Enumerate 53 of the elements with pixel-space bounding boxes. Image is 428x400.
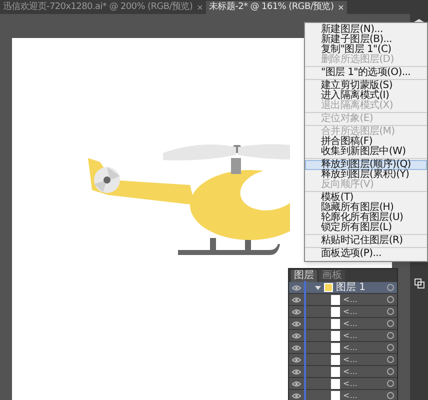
eye-icon[interactable] [292, 356, 301, 362]
sublayer-row[interactable]: <... [289, 306, 397, 318]
artboards-icon[interactable] [414, 278, 424, 289]
sublayer-row[interactable]: <... [289, 318, 397, 330]
menu-item[interactable]: 模板(T) [305, 193, 427, 203]
close-icon[interactable]: × [338, 4, 344, 12]
menu-item[interactable]: 锁定所有图层(L) [305, 223, 427, 233]
layer-thumbnail [324, 283, 333, 292]
menu-item[interactable]: 进入隔离模式(I) [305, 91, 427, 101]
menu-item[interactable]: 释放到图层(顺序)(Q) [305, 160, 427, 170]
object-name[interactable]: <... [343, 380, 384, 388]
object-name[interactable]: <... [343, 368, 384, 376]
document-tab[interactable]: 未标题-2* @ 161% (RGB/预览) × [206, 1, 348, 14]
eye-icon[interactable] [292, 380, 301, 386]
object-name[interactable]: <... [343, 356, 384, 364]
sublayer-row[interactable]: <... [289, 294, 397, 306]
object-name[interactable]: <... [343, 296, 384, 304]
sublayer-row[interactable]: <... [289, 366, 397, 378]
eye-icon[interactable] [292, 368, 301, 374]
object-name[interactable]: <... [343, 392, 384, 400]
menu-item[interactable]: 释放到图层(累积)(Y) [305, 170, 427, 180]
close-icon[interactable]: × [196, 4, 204, 12]
eye-icon[interactable] [292, 284, 301, 290]
object-name[interactable]: <... [343, 308, 384, 316]
sublayer-row[interactable]: <... [289, 330, 397, 342]
eye-icon[interactable] [292, 296, 301, 302]
layer-name[interactable]: 图层 1 [336, 282, 384, 292]
sublayer-row[interactable]: <... [289, 390, 397, 400]
panel-tab[interactable]: 图层 [291, 270, 317, 282]
menu-item[interactable]: 隐藏所有图层(H) [305, 203, 427, 213]
eye-icon[interactable] [292, 392, 301, 398]
menu-item[interactable]: 面板选项(P)... [305, 249, 427, 259]
menu-item[interactable]: 新建子图层(B)... [305, 35, 427, 45]
eye-icon[interactable] [292, 344, 301, 350]
panel-tab[interactable]: 画板 [319, 270, 345, 282]
object-name[interactable]: <... [343, 320, 384, 328]
menu-item[interactable]: 复制"图层 1"(C) [305, 45, 427, 55]
object-name[interactable]: <... [343, 344, 384, 352]
sublayer-row[interactable]: <... [289, 354, 397, 366]
object-name[interactable]: <... [343, 332, 384, 340]
sublayer-row[interactable]: <... [289, 342, 397, 354]
menu-item[interactable]: 新建图层(N)... [305, 25, 427, 35]
sublayer-row[interactable]: <... [289, 378, 397, 390]
menu-item[interactable]: 轮廓化所有图层(U) [305, 213, 427, 223]
menu-item[interactable]: 收集到新图层中(W) [305, 147, 427, 157]
layer-row[interactable]: 图层 1 [289, 282, 397, 294]
menu-item[interactable]: 拼合图稿(F) [305, 137, 427, 147]
menu-item[interactable]: 粘贴时记住图层(R) [305, 236, 427, 246]
eye-icon[interactable] [292, 332, 301, 338]
menu-item[interactable]: 建立剪切蒙版(S) [305, 81, 427, 91]
eye-icon[interactable] [292, 308, 301, 314]
menu-item[interactable]: "图层 1"的选项(O)... [305, 68, 427, 78]
eye-icon[interactable] [292, 320, 301, 326]
